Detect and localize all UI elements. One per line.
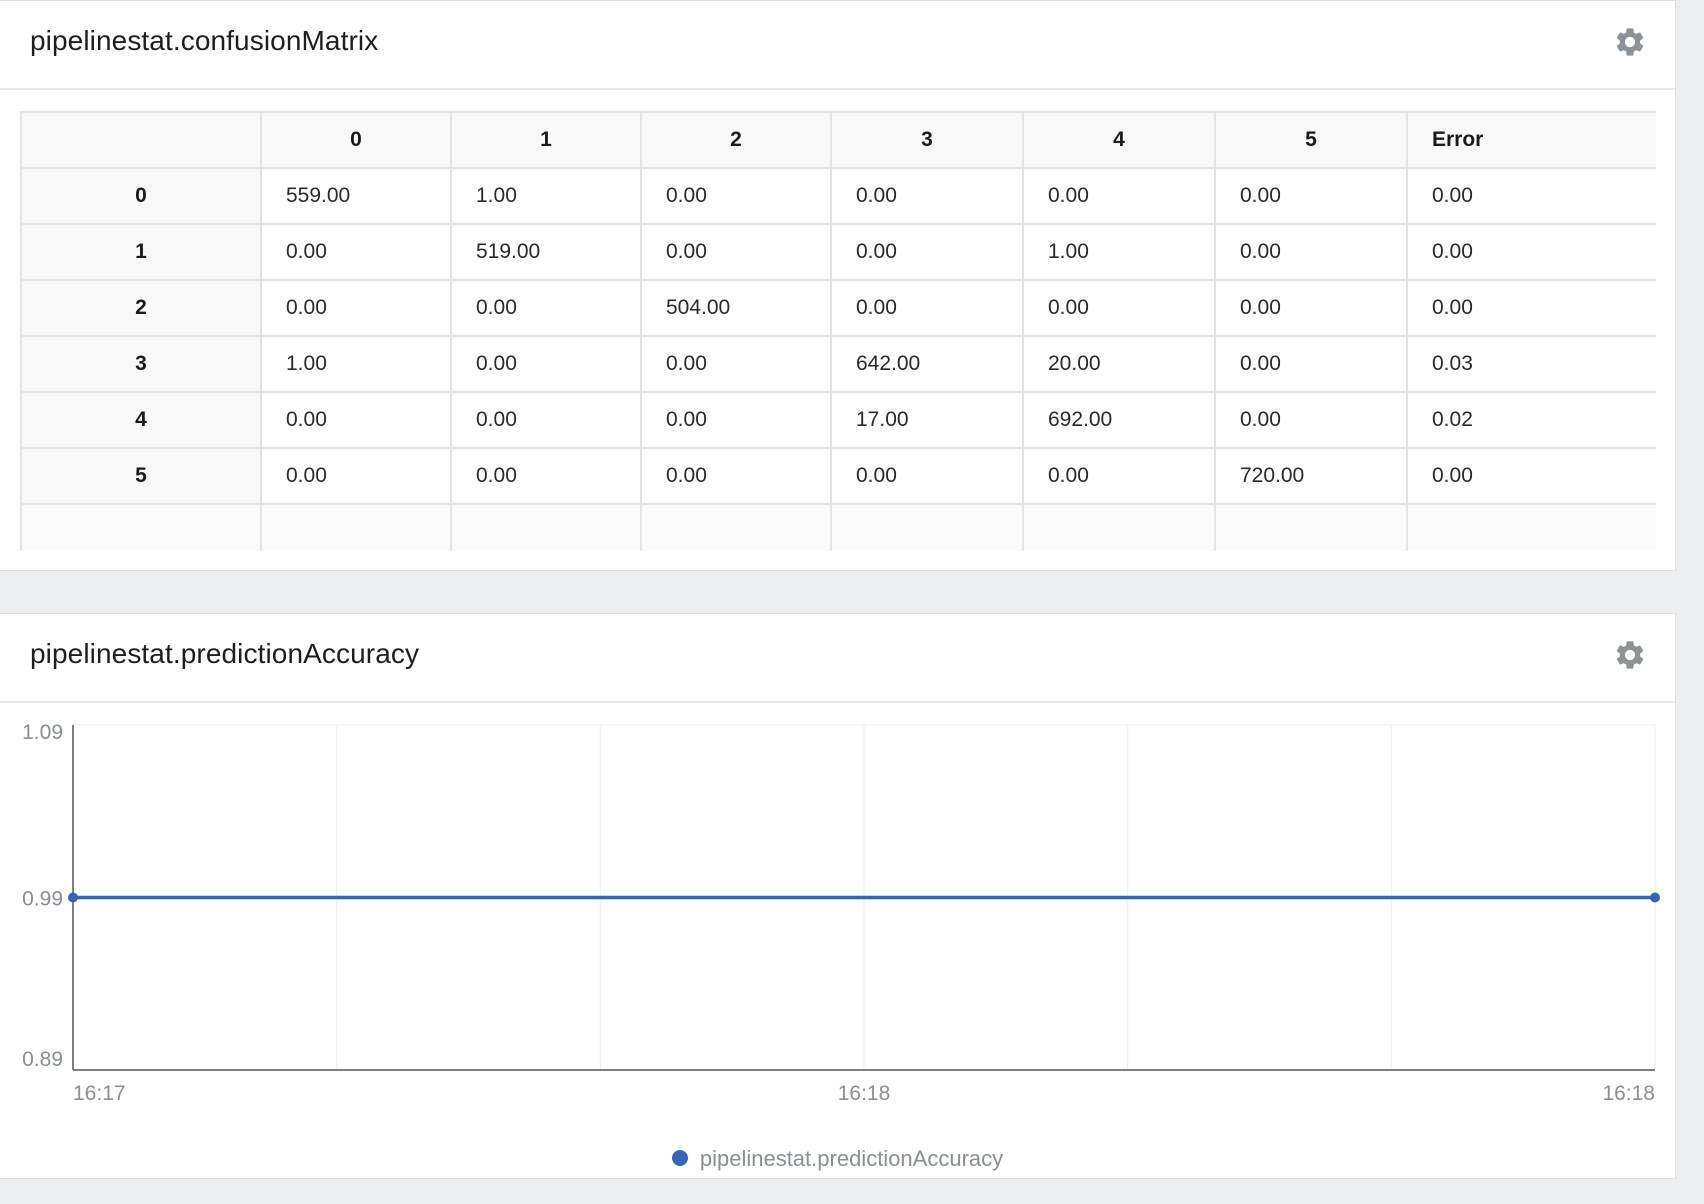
table-cell: [640, 503, 832, 551]
table-cell: 559.00: [260, 167, 452, 225]
table-cell: 0.00: [450, 391, 642, 449]
table-cell: 0.00: [640, 167, 832, 225]
gear-icon[interactable]: [1613, 25, 1647, 59]
column-header: 4: [1022, 111, 1216, 169]
panel-title: pipelinestat.confusionMatrix: [30, 25, 379, 56]
x-tick-label: 16:18: [1602, 1082, 1655, 1105]
table-cell: 0.00: [260, 447, 452, 505]
table-cell: [1406, 503, 1656, 551]
table-cell: 0.00: [450, 279, 642, 337]
row-header: 2: [20, 279, 262, 337]
table-cell: 0.00: [1406, 447, 1656, 505]
table-cell: 17.00: [830, 391, 1024, 449]
table-cell: [1214, 503, 1408, 551]
table-row: 3 1.00 0.00 0.00 642.00 20.00 0.00 0.03: [20, 335, 1656, 393]
table-cell: 0.00: [1022, 447, 1216, 505]
column-header: 5: [1214, 111, 1408, 169]
table-cell: 0.03: [1406, 335, 1656, 393]
table-cell: 0.00: [1214, 223, 1408, 281]
table-row: 2 0.00 0.00 504.00 0.00 0.00 0.00 0.00: [20, 279, 1656, 337]
confusion-matrix-panel: pipelinestat.confusionMatrix 0 1 2 3 4 5…: [0, 0, 1676, 571]
row-header: 5: [20, 447, 262, 505]
accuracy-line-chart[interactable]: 1.09 0.99 0.89 16:17 16:18 16:18: [0, 704, 1676, 1144]
legend-label: pipelinestat.predictionAccuracy: [699, 1146, 1004, 1171]
chart-legend[interactable]: pipelinestat.predictionAccuracy: [0, 1146, 1675, 1172]
confusion-matrix-table: 0 1 2 3 4 5 Error 0 559.00 1.00 0.00 0.0…: [20, 111, 1656, 551]
table-cell: 0.00: [1022, 279, 1216, 337]
table-cell: 642.00: [830, 335, 1024, 393]
y-tick-label: 1.09: [22, 721, 63, 744]
table-cell: 0.00: [1406, 223, 1656, 281]
table-cell: 0.00: [260, 223, 452, 281]
table-cell: 519.00: [450, 223, 642, 281]
table-cell: 692.00: [1022, 391, 1216, 449]
table-cell: 0.00: [1406, 279, 1656, 337]
table-cell: 0.00: [640, 223, 832, 281]
table-cell: [830, 503, 1024, 551]
table-cell: 0.00: [1214, 335, 1408, 393]
prediction-accuracy-panel: pipelinestat.predictionAccuracy 1.09 0.99…: [0, 613, 1676, 1179]
table-cell: 0.00: [830, 279, 1024, 337]
column-header-error: Error: [1406, 111, 1656, 169]
table-cell: 504.00: [640, 279, 832, 337]
gear-icon[interactable]: [1613, 638, 1647, 672]
table-cell: [260, 503, 452, 551]
table-cell: 0.02: [1406, 391, 1656, 449]
column-header: 3: [830, 111, 1024, 169]
panel-title: pipelinestat.predictionAccuracy: [30, 638, 420, 669]
y-tick-label: 0.89: [22, 1048, 63, 1071]
data-point: [68, 892, 78, 903]
x-tick-label: 16:17: [73, 1082, 126, 1105]
row-header: 0: [20, 167, 262, 225]
row-header: [20, 503, 262, 551]
x-tick-label: 16:18: [838, 1082, 891, 1105]
y-tick-label: 0.99: [22, 888, 63, 911]
column-header: 2: [640, 111, 832, 169]
table-row-partial: [20, 503, 1656, 551]
table-cell: 0.00: [1214, 167, 1408, 225]
legend-marker: [671, 1150, 688, 1167]
table-cell: 0.00: [1406, 167, 1656, 225]
table-cell: 0.00: [830, 167, 1024, 225]
column-header: 1: [450, 111, 642, 169]
table-cell: 720.00: [1214, 447, 1408, 505]
row-header: 4: [20, 391, 262, 449]
table-cell: 0.00: [1022, 167, 1216, 225]
panel-header: pipelinestat.predictionAccuracy: [0, 614, 1675, 703]
table-cell: 0.00: [1214, 279, 1408, 337]
table-cell: 1.00: [1022, 223, 1216, 281]
y-axis-ticks: 1.09 0.99 0.89: [22, 721, 63, 1071]
table-cell: 0.00: [640, 447, 832, 505]
x-axis-ticks: 16:17 16:18 16:18: [73, 1082, 1655, 1105]
table-cell: 0.00: [830, 223, 1024, 281]
table-row: 4 0.00 0.00 0.00 17.00 692.00 0.00 0.02: [20, 391, 1656, 449]
table-cell: 0.00: [260, 279, 452, 337]
table-cell: 1.00: [450, 167, 642, 225]
table-cell: 0.00: [260, 391, 452, 449]
confusion-matrix-table-wrap[interactable]: 0 1 2 3 4 5 Error 0 559.00 1.00 0.00 0.0…: [20, 111, 1656, 551]
table-cell: [450, 503, 642, 551]
table-row: 5 0.00 0.00 0.00 0.00 0.00 720.00 0.00: [20, 447, 1656, 505]
table-cell: [1022, 503, 1216, 551]
table-cell: 0.00: [830, 447, 1024, 505]
row-header: 1: [20, 223, 262, 281]
table-cell: 0.00: [450, 335, 642, 393]
panel-header: pipelinestat.confusionMatrix: [0, 1, 1675, 90]
table-cell: 0.00: [640, 335, 832, 393]
header-row: 0 1 2 3 4 5 Error: [20, 111, 1656, 169]
table-cell: 0.00: [450, 447, 642, 505]
table-cell: 1.00: [260, 335, 452, 393]
table-cell: 20.00: [1022, 335, 1216, 393]
corner-cell: [20, 111, 262, 169]
row-header: 3: [20, 335, 262, 393]
column-header: 0: [260, 111, 452, 169]
table-cell: 0.00: [1214, 391, 1408, 449]
data-point: [1650, 892, 1660, 903]
table-row: 0 559.00 1.00 0.00 0.00 0.00 0.00 0.00: [20, 167, 1656, 225]
table-row: 1 0.00 519.00 0.00 0.00 1.00 0.00 0.00: [20, 223, 1656, 281]
table-cell: 0.00: [640, 391, 832, 449]
